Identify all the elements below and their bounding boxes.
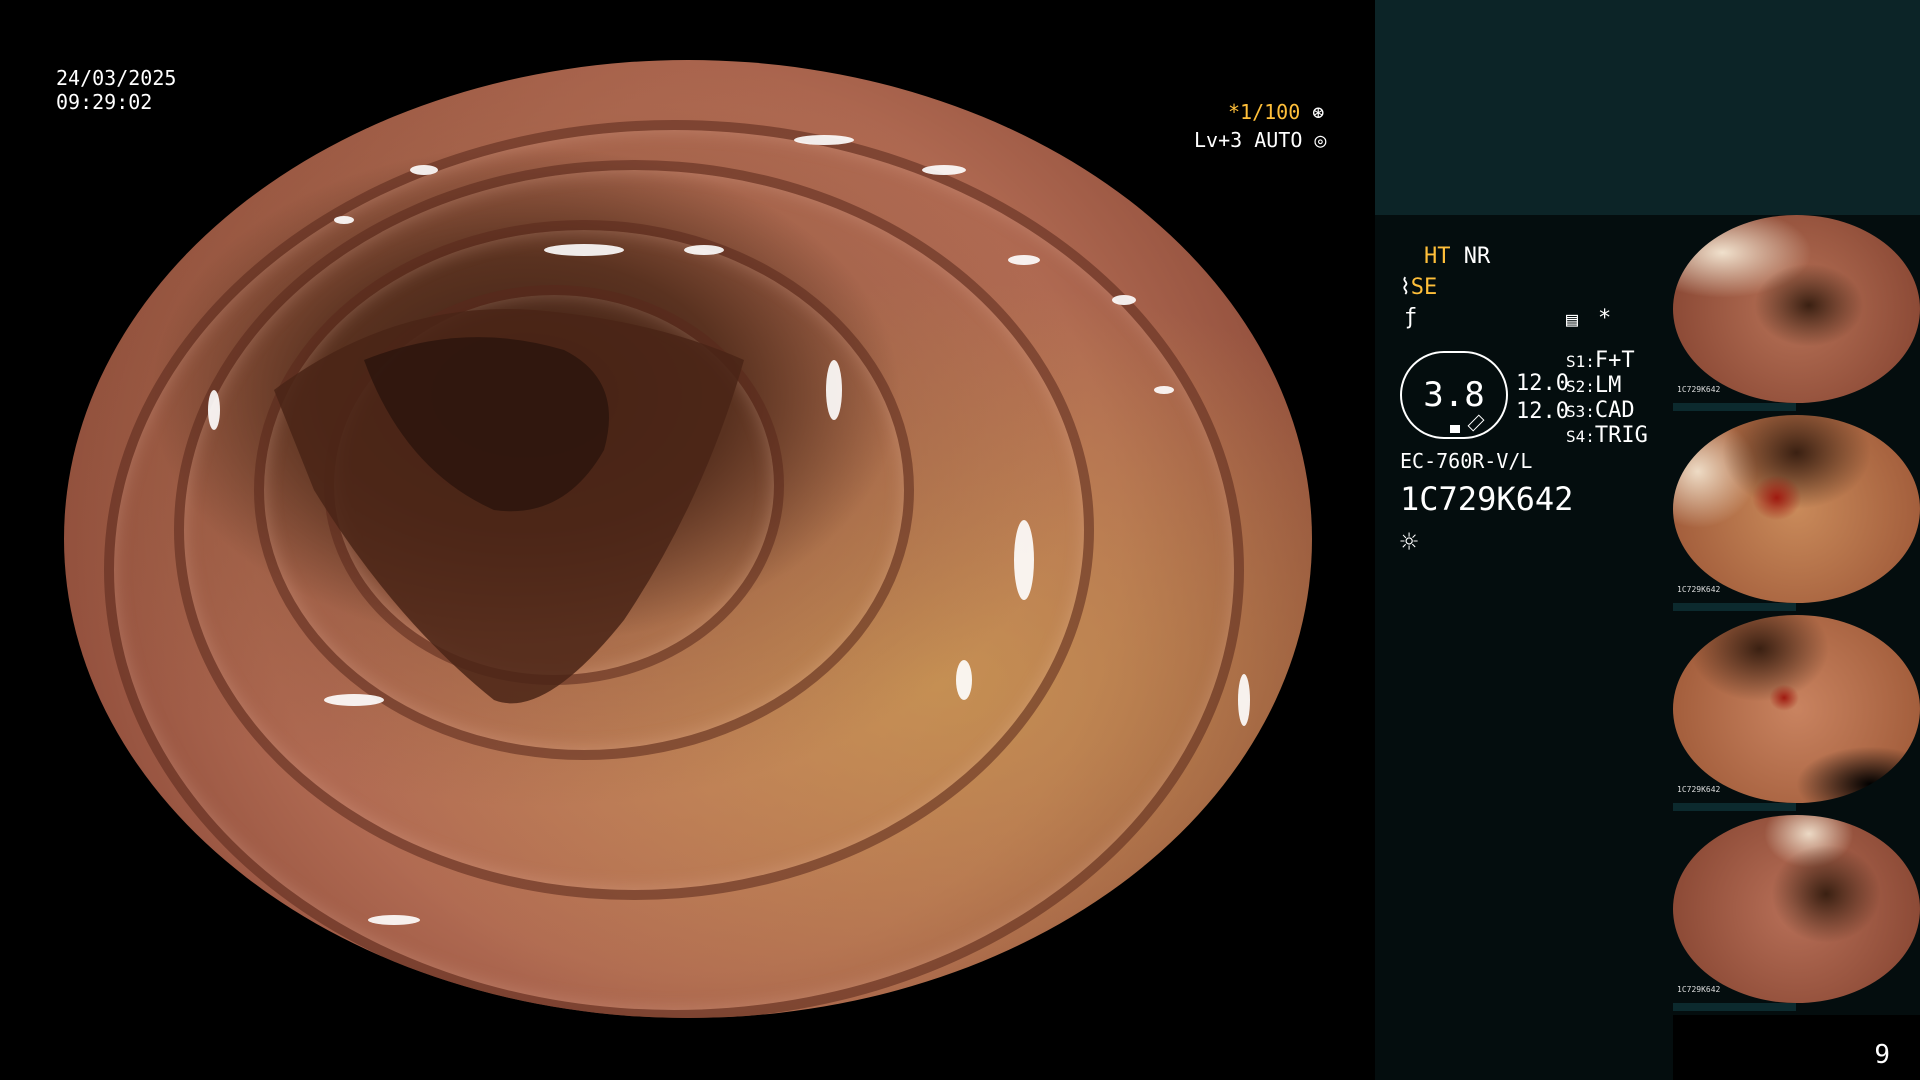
ht-indicator: HT [1424,244,1451,269]
scope-model: EC-760R-V/L [1400,449,1533,473]
value-a: 12.0 [1516,371,1569,396]
mode-indicators: HT NR [1424,244,1490,270]
thumbnail-bar [1673,1003,1796,1011]
thumbnail-bar [1673,803,1796,811]
se-row: ⌇SE [1400,275,1437,301]
thumbnail-label: 1C729K642 [1677,985,1721,994]
thumbnail-image [1673,215,1920,403]
brightness-level: Lv+3 AUTO ◎ [1194,128,1327,152]
nr-indicator: NR [1463,244,1491,269]
switch-s3: S3:CAD [1566,398,1635,423]
aperture-icon: ⊛ [1300,100,1325,124]
page-number: 9 [1874,1040,1890,1070]
color-mode-icon: ƒ [1404,305,1418,330]
thumbnail-3[interactable]: 1C729K642 [1673,615,1920,815]
thumbnail-1[interactable]: 1C729K642 [1673,215,1920,415]
exam-time: 09:29:02 [56,90,153,114]
thumbnail-image [1673,815,1920,1003]
star-indicator: * [1598,306,1612,331]
structure-enhance-icon: ⌇ [1400,275,1411,300]
lumen-and-highlights [208,135,1250,925]
auto-iris-icon: ◎ [1302,128,1327,152]
cap-gauge: 3.8 [1400,351,1508,439]
thumbnail-image [1673,415,1920,603]
switch-s1: S1:F+T [1566,348,1635,373]
scope-serial: 1C729K642 [1400,480,1574,518]
value-b: 12.0 [1516,399,1569,424]
se-indicator: SE [1410,275,1438,300]
thumbnail-image [1673,615,1920,803]
recording-icon: ▤ [1566,307,1579,331]
panel-info-area [1375,215,1673,1080]
light-source-icon: ☼ [1400,525,1419,560]
thumbnail-label: 1C729K642 [1677,385,1721,394]
switch-s4: S4:TRIG [1566,423,1648,448]
thumbnail-bar [1673,603,1796,611]
switch-s2: S2:LM [1566,373,1622,398]
thumbnail-label: 1C729K642 [1677,785,1721,794]
exam-date: 24/03/2025 [56,66,177,90]
panel-top-area [1375,0,1920,215]
thumbnail-bar [1673,403,1796,411]
thumbnail-2[interactable]: 1C729K642 [1673,415,1920,615]
gauge-marker [1450,425,1460,433]
endoscope-main-view [64,60,1312,1018]
thumbnail-4[interactable]: 1C729K642 [1673,815,1920,1015]
thumbnail-label: 1C729K642 [1677,585,1721,594]
shutter-speed: *1/100 ⊛ [1228,100,1325,124]
